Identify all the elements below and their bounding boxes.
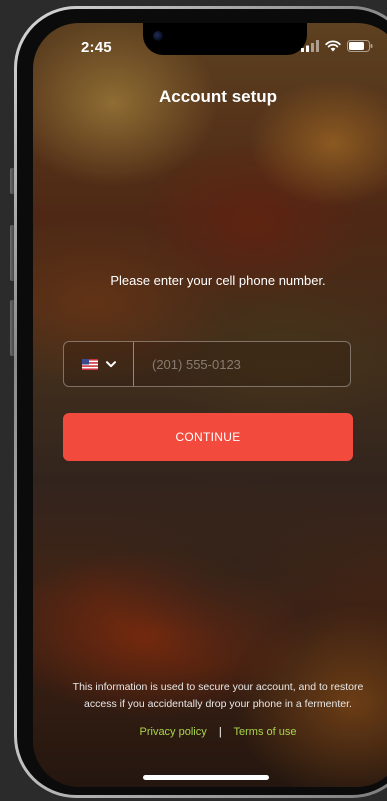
info-text-line-2: access if you accidentally drop your pho… <box>84 698 352 710</box>
battery-icon <box>347 40 373 52</box>
cellular-signal-icon <box>301 40 319 52</box>
phone-number-input-group <box>63 341 351 387</box>
home-indicator[interactable] <box>143 775 269 780</box>
country-code-dropdown[interactable] <box>64 342 134 386</box>
status-icons <box>301 37 373 55</box>
front-camera-icon <box>153 31 163 41</box>
us-flag-icon <box>81 358 98 370</box>
page-title: Account setup <box>158 87 278 106</box>
chevron-down-icon <box>105 360 116 367</box>
wifi-icon <box>325 40 341 52</box>
privacy-policy-link[interactable]: Privacy policy <box>140 726 207 738</box>
phone-number-field[interactable] <box>134 341 350 387</box>
app-screen: 2:45 Account setup Please enter your cel… <box>33 23 387 787</box>
phone-prompt: Please enter your cell phone number. <box>110 273 326 288</box>
device-mockup: 2:45 Account setup Please enter your cel… <box>0 0 387 801</box>
notch <box>143 23 307 55</box>
phone-bezel: 2:45 Account setup Please enter your cel… <box>17 9 387 795</box>
phone-frame: 2:45 Account setup Please enter your cel… <box>14 6 387 798</box>
terms-of-use-link[interactable]: Terms of use <box>234 726 297 738</box>
info-text-line-1: This information is used to secure your … <box>72 681 364 693</box>
legal-links: Privacy policy | Terms of use <box>33 726 387 738</box>
info-text: This information is used to secure your … <box>33 679 387 713</box>
status-time: 2:45 <box>81 39 112 56</box>
link-separator: | <box>218 726 222 738</box>
status-bar: 2:45 <box>33 23 387 63</box>
continue-button[interactable]: CONTINUE <box>63 413 353 461</box>
